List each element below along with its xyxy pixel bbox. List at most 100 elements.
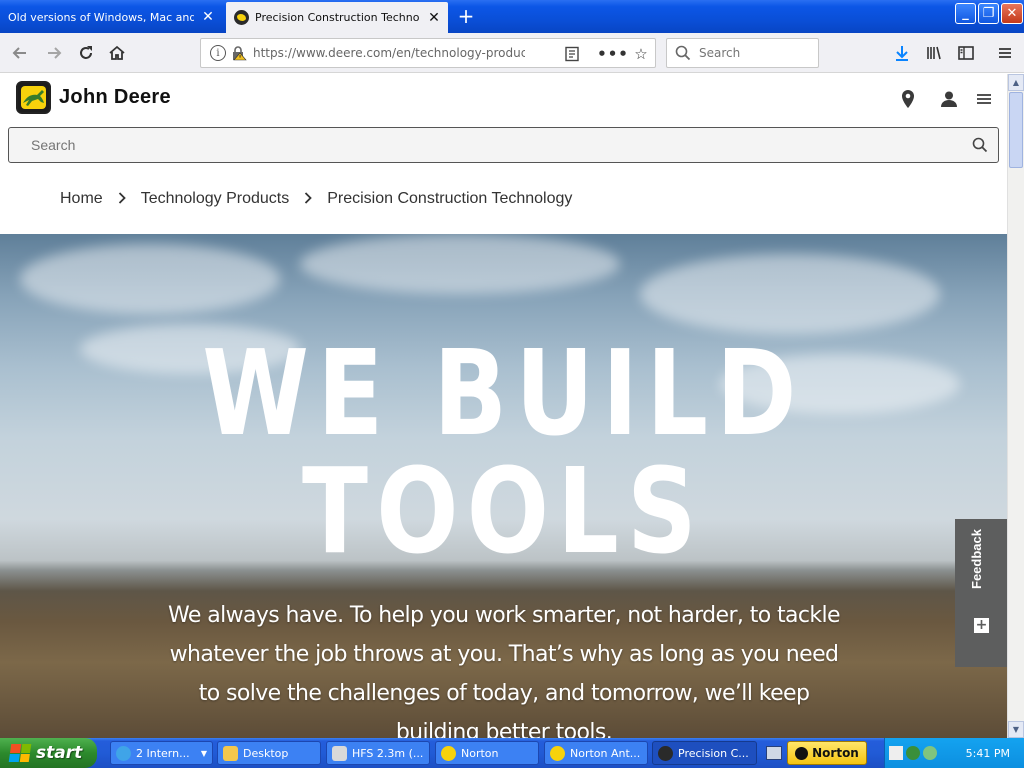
site-search-bar[interactable] <box>8 127 999 163</box>
taskbar-item-label: Desktop <box>243 746 289 760</box>
minimize-button[interactable]: _ <box>955 3 976 24</box>
browser-toolbar: i https://www.deere.com/en/technology-pr… <box>0 33 1024 73</box>
site-search-input[interactable] <box>29 136 962 154</box>
download-icon <box>896 46 908 61</box>
breadcrumb-technology-products[interactable]: Technology Products <box>141 190 290 208</box>
breadcrumb-home[interactable]: Home <box>60 190 103 208</box>
plus-icon: + <box>974 617 989 633</box>
tab-old-versions[interactable]: Old versions of Windows, Mac and Linu ✕ <box>0 3 222 31</box>
hfs-tray-icon[interactable] <box>889 746 903 760</box>
system-tray: 5:41 PM <box>884 738 1024 768</box>
back-button[interactable] <box>6 39 34 67</box>
norton-toolbar-badge[interactable]: Norton <box>787 741 867 765</box>
browser-search-input[interactable] <box>697 45 797 61</box>
downloads-button[interactable] <box>888 39 916 67</box>
scrollbar-thumb[interactable] <box>1009 92 1023 168</box>
bookmark-star-icon[interactable]: ☆ <box>632 45 650 63</box>
norton-check-icon <box>795 746 809 760</box>
forward-button[interactable] <box>40 39 68 67</box>
taskbar-item-norton[interactable]: Norton <box>435 741 539 765</box>
hfs-icon <box>332 745 347 761</box>
tab-precision-construction[interactable]: Precision Construction Technology ✕ <box>226 2 448 33</box>
norton-icon <box>550 745 565 761</box>
sidebar-icon <box>958 46 974 60</box>
leaping-deer-icon <box>16 81 51 114</box>
hero-banner: WE BUILD TOOLS We always have. To help y… <box>0 234 1007 738</box>
home-icon <box>109 45 125 60</box>
hero-title-line2: TOOLS <box>302 442 705 580</box>
norton-badge-label: Norton <box>812 746 859 760</box>
hero-body-text: We always have. To help you work smarter… <box>168 603 841 738</box>
library-icon <box>927 46 941 60</box>
url-bar[interactable]: i https://www.deere.com/en/technology-pr… <box>200 38 656 68</box>
site-search-icon[interactable] <box>962 128 998 162</box>
browser-tab-strip: Old versions of Windows, Mac and Linu ✕ … <box>0 0 1024 33</box>
site-header: John Deere <box>0 74 1007 124</box>
start-label: start <box>36 743 83 763</box>
reload-button[interactable] <box>72 39 100 67</box>
chevron-right-icon <box>118 191 126 207</box>
forward-arrow-icon <box>48 47 62 59</box>
john-deere-logo[interactable]: John Deere <box>16 81 171 114</box>
sidebar-button[interactable] <box>952 39 980 67</box>
hero-background <box>20 244 280 314</box>
info-icon[interactable]: i <box>210 45 226 61</box>
location-pin-icon[interactable] <box>896 87 920 111</box>
search-icon <box>675 45 691 61</box>
clock[interactable]: 5:41 PM <box>966 747 1010 760</box>
browser-search-box[interactable] <box>666 38 819 68</box>
feedback-tab[interactable]: Feedback + <box>955 519 1007 667</box>
url-text[interactable]: https://www.deere.com/en/technology-prod… <box>253 46 525 60</box>
tab-title: Old versions of Windows, Mac and Linu <box>8 10 194 24</box>
start-button[interactable]: start <box>0 738 97 768</box>
tab-close-icon[interactable]: ✕ <box>200 9 216 25</box>
tab-close-icon[interactable]: ✕ <box>426 10 442 26</box>
maximize-button[interactable]: ❐ <box>978 3 999 24</box>
globe-icon <box>116 745 131 761</box>
hero-title-line1: WE BUILD <box>202 324 805 462</box>
feedback-label: Feedback <box>969 529 984 589</box>
scroll-down-arrow-icon[interactable]: ▼ <box>1008 721 1024 738</box>
home-button[interactable] <box>103 39 131 67</box>
taskbar-item-internet-explorer[interactable]: 2 Intern... ▼ <box>110 741 213 765</box>
page-actions-icon[interactable]: ••• <box>597 45 628 63</box>
windows-taskbar: start 2 Intern... ▼ Desktop HFS 2.3m (..… <box>0 738 1024 768</box>
john-deere-favicon-icon <box>234 10 249 25</box>
site-menu-icon[interactable] <box>972 87 996 111</box>
breadcrumb-current-page: Precision Construction Technology <box>327 190 573 207</box>
globe-tray-icon[interactable] <box>923 746 937 760</box>
account-icon[interactable] <box>937 87 961 111</box>
taskbar-item-label: Precision C... <box>678 746 749 760</box>
taskbar-item-label: 2 Intern... <box>136 746 190 760</box>
web-page: John Deere Home Technology Products Prec… <box>0 74 1007 738</box>
taskbar-item-label: HFS 2.3m (... <box>352 746 424 760</box>
folder-icon <box>223 745 238 761</box>
network-tray-icon[interactable] <box>906 746 920 760</box>
back-arrow-icon <box>12 47 26 59</box>
insecure-lock-icon[interactable] <box>231 45 247 61</box>
new-tab-button[interactable]: + <box>454 5 478 27</box>
taskbar-item-precision-construction[interactable]: Precision C... <box>652 741 757 765</box>
library-button[interactable] <box>920 39 948 67</box>
brand-name: John Deere <box>59 86 171 108</box>
browser-menu-button[interactable] <box>991 39 1019 67</box>
chevron-right-icon <box>304 191 312 207</box>
norton-icon <box>441 745 456 761</box>
firefox-icon <box>658 745 673 761</box>
reload-icon <box>80 46 92 59</box>
hero-title: WE BUILD TOOLS <box>91 334 917 570</box>
page-scrollbar[interactable]: ▲ ▼ <box>1007 74 1024 738</box>
close-window-button[interactable]: ✕ <box>1001 3 1023 24</box>
taskbar-item-norton-antivirus[interactable]: Norton Ant... <box>544 741 648 765</box>
taskbar-item-hfs[interactable]: HFS 2.3m (... <box>326 741 430 765</box>
scroll-up-arrow-icon[interactable]: ▲ <box>1008 74 1024 91</box>
taskbar-item-label: Norton <box>461 746 499 760</box>
keyboard-icon[interactable] <box>766 746 782 760</box>
reader-view-icon[interactable] <box>563 45 581 63</box>
tab-title: Precision Construction Technology <box>255 11 420 24</box>
hamburger-menu-icon <box>999 48 1011 58</box>
chevron-down-icon: ▼ <box>200 748 207 758</box>
taskbar-item-desktop[interactable]: Desktop <box>217 741 321 765</box>
taskbar-item-label: Norton Ant... <box>570 746 641 760</box>
windows-flag-icon <box>8 744 32 762</box>
